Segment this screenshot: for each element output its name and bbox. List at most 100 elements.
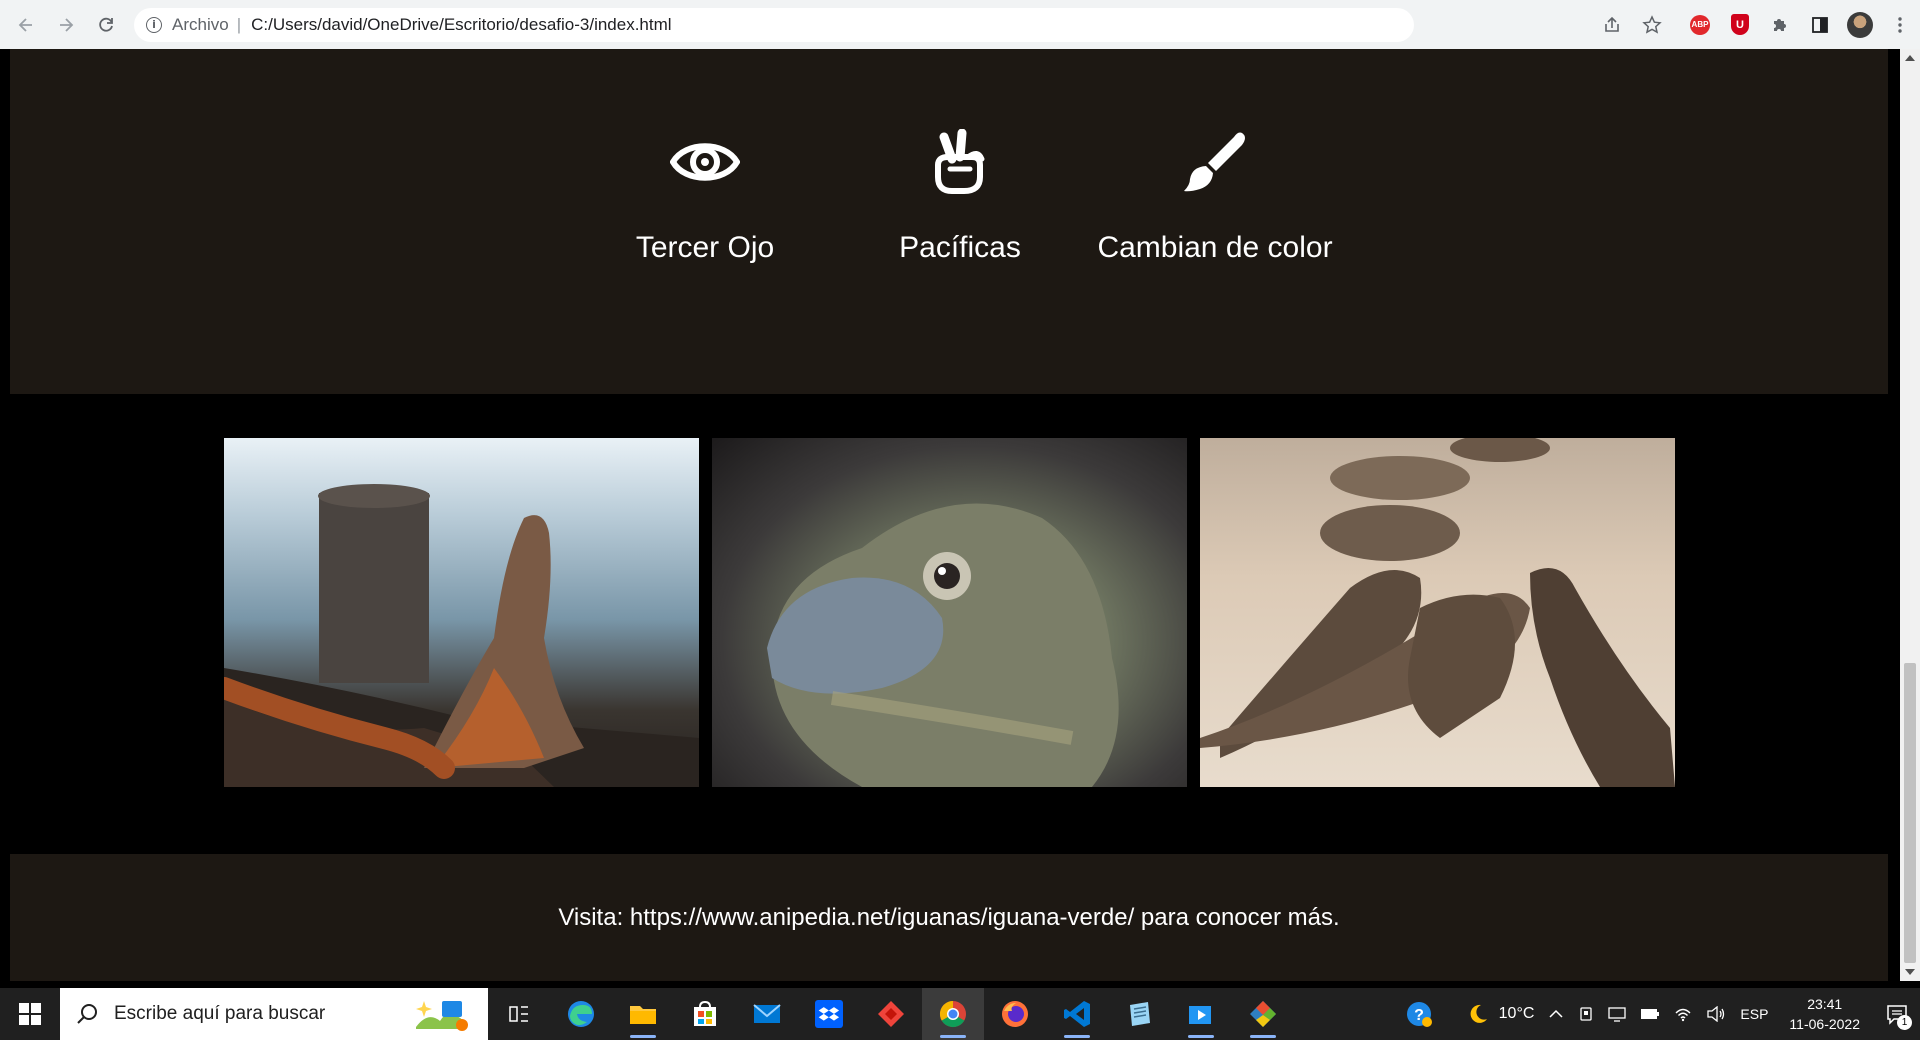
notifications-button[interactable]: 1: [1874, 988, 1920, 1040]
share-icon: [1605, 16, 1619, 32]
taskbar-gap: [0, 981, 1920, 988]
taskbar-app-store[interactable]: [674, 988, 736, 1040]
start-button[interactable]: [0, 988, 60, 1040]
tray-app-button[interactable]: [1571, 1006, 1601, 1022]
media-player-icon: [1189, 1006, 1211, 1024]
taskbar-app-git[interactable]: [1232, 988, 1294, 1040]
weather-widget[interactable]: 10°C: [1460, 1003, 1542, 1025]
volume-indicator[interactable]: [1699, 1006, 1733, 1022]
footer-section: Visita: https://www.anipedia.net/iguanas…: [10, 854, 1888, 981]
task-view-button[interactable]: [488, 988, 550, 1040]
active-indicator: [1188, 1035, 1214, 1038]
taskbar-app-anydesk[interactable]: [860, 988, 922, 1040]
taskbar-app-vscode[interactable]: [1046, 988, 1108, 1040]
battery-indicator[interactable]: [1633, 1008, 1667, 1020]
anydesk-icon: [878, 1001, 904, 1027]
active-indicator: [630, 1035, 656, 1038]
tray-display-button[interactable]: [1601, 1006, 1633, 1022]
iguana-closeup-photo: [712, 438, 1187, 787]
wifi-icon: [1675, 1008, 1691, 1022]
git-icon: [1250, 1001, 1276, 1027]
scrollbar-thumb[interactable]: [1904, 663, 1916, 963]
address-url[interactable]: C:/Users/david/OneDrive/Escritorio/desaf…: [251, 15, 671, 35]
back-button[interactable]: [6, 5, 46, 45]
feature-label: Cambian de color: [1097, 231, 1333, 264]
browser-menu-button[interactable]: [1880, 5, 1920, 45]
reload-icon: [99, 17, 113, 32]
clock-time: 23:41: [1807, 996, 1843, 1012]
active-indicator: [1064, 1035, 1090, 1038]
feature-cambian-de-color: Cambian de color: [1085, 129, 1345, 265]
star-icon: [1642, 14, 1662, 34]
taskbar-app-firefox[interactable]: [984, 988, 1046, 1040]
arrow-left-icon: [18, 17, 32, 32]
scroll-down-arrow-icon[interactable]: [1905, 969, 1915, 975]
help-button[interactable]: ?: [1398, 1000, 1440, 1028]
extensions-button[interactable]: [1760, 5, 1800, 45]
active-indicator: [940, 1035, 966, 1038]
web-page: Tercer Ojo Pacíficas Cambian de color Vi…: [0, 49, 1900, 981]
device-icon: [1580, 1007, 1593, 1021]
taskbar-app-file-explorer[interactable]: [612, 988, 674, 1040]
windows-taskbar: Escribe aquí para buscar ? 10°C ESP 23:4…: [0, 988, 1920, 1040]
adblock-icon: ABP: [1690, 14, 1710, 35]
side-panel-button[interactable]: [1800, 5, 1840, 45]
address-separator: |: [236, 14, 242, 34]
active-indicator: [1250, 1035, 1276, 1038]
adblock-extension-button[interactable]: ABP: [1680, 5, 1720, 45]
address-bar[interactable]: i Archivo | C:/Users/david/OneDrive/Escr…: [134, 7, 1414, 42]
paint-brush-icon: [1184, 132, 1245, 192]
peace-hand-icon: [935, 129, 985, 194]
puzzle-icon: [1774, 18, 1786, 31]
iguanas-on-sand-photo: [1200, 438, 1675, 787]
taskbar-app-dropbox[interactable]: [798, 988, 860, 1040]
feature-label: Pacíficas: [899, 231, 1021, 264]
ublock-icon: U: [1731, 14, 1749, 35]
system-tray: ? 10°C ESP 23:41 11-06-2022 1: [1398, 988, 1920, 1040]
search-placeholder: Escribe aquí para buscar: [114, 1003, 326, 1024]
ublock-extension-button[interactable]: U: [1720, 5, 1760, 45]
chrome-icon: [939, 1000, 966, 1028]
share-button[interactable]: [1592, 5, 1632, 45]
eye-icon: [670, 143, 740, 181]
taskbar-app-mail[interactable]: [736, 988, 798, 1040]
taskbar-app-chrome[interactable]: [922, 988, 984, 1040]
page-scrollbar[interactable]: [1900, 49, 1920, 981]
chevron-up-icon: [1549, 1009, 1563, 1018]
clock-date: 11-06-2022: [1789, 1016, 1860, 1032]
toolbar-actions: ABP U: [1592, 0, 1920, 49]
notification-count: 1: [1897, 1015, 1912, 1030]
bookmark-button[interactable]: [1632, 5, 1672, 45]
battery-icon: [1641, 1009, 1660, 1019]
more-vertical-icon: [1898, 16, 1902, 33]
taskbar-app-notepad[interactable]: [1108, 988, 1170, 1040]
mail-icon: [753, 1004, 781, 1023]
language-indicator[interactable]: ESP: [1733, 1006, 1775, 1022]
help-icon: ?: [1406, 1002, 1432, 1027]
vscode-icon: [1064, 1001, 1090, 1027]
profile-button[interactable]: [1840, 5, 1880, 45]
feature-tercer-ojo: Tercer Ojo: [610, 129, 800, 265]
browser-toolbar: i Archivo | C:/Users/david/OneDrive/Escr…: [0, 0, 1920, 49]
show-hidden-icons-button[interactable]: [1541, 1006, 1571, 1022]
taskbar-search-box[interactable]: Escribe aquí para buscar: [60, 988, 488, 1040]
display-icon: [1608, 1007, 1627, 1022]
folder-icon: [630, 1006, 656, 1024]
taskbar-app-edge[interactable]: [550, 988, 612, 1040]
scroll-up-arrow-icon[interactable]: [1905, 55, 1915, 61]
clock[interactable]: 23:41 11-06-2022: [1775, 994, 1874, 1034]
info-icon[interactable]: i: [146, 16, 162, 33]
network-indicator[interactable]: [1667, 1006, 1699, 1022]
forward-button[interactable]: [46, 5, 86, 45]
feature-label: Tercer Ojo: [635, 231, 775, 264]
reload-button[interactable]: [86, 5, 126, 45]
arrow-right-icon: [60, 17, 74, 32]
side-panel-icon: [1812, 16, 1828, 33]
search-highlight-icon[interactable]: [414, 997, 470, 1031]
taskbar-app-media[interactable]: [1170, 988, 1232, 1040]
windows-logo-icon: [19, 1003, 41, 1025]
iguana-on-shore-photo: [224, 438, 699, 787]
weather-temperature: 10°C: [1498, 1005, 1535, 1022]
features-section: Tercer Ojo Pacíficas Cambian de color: [10, 49, 1888, 394]
